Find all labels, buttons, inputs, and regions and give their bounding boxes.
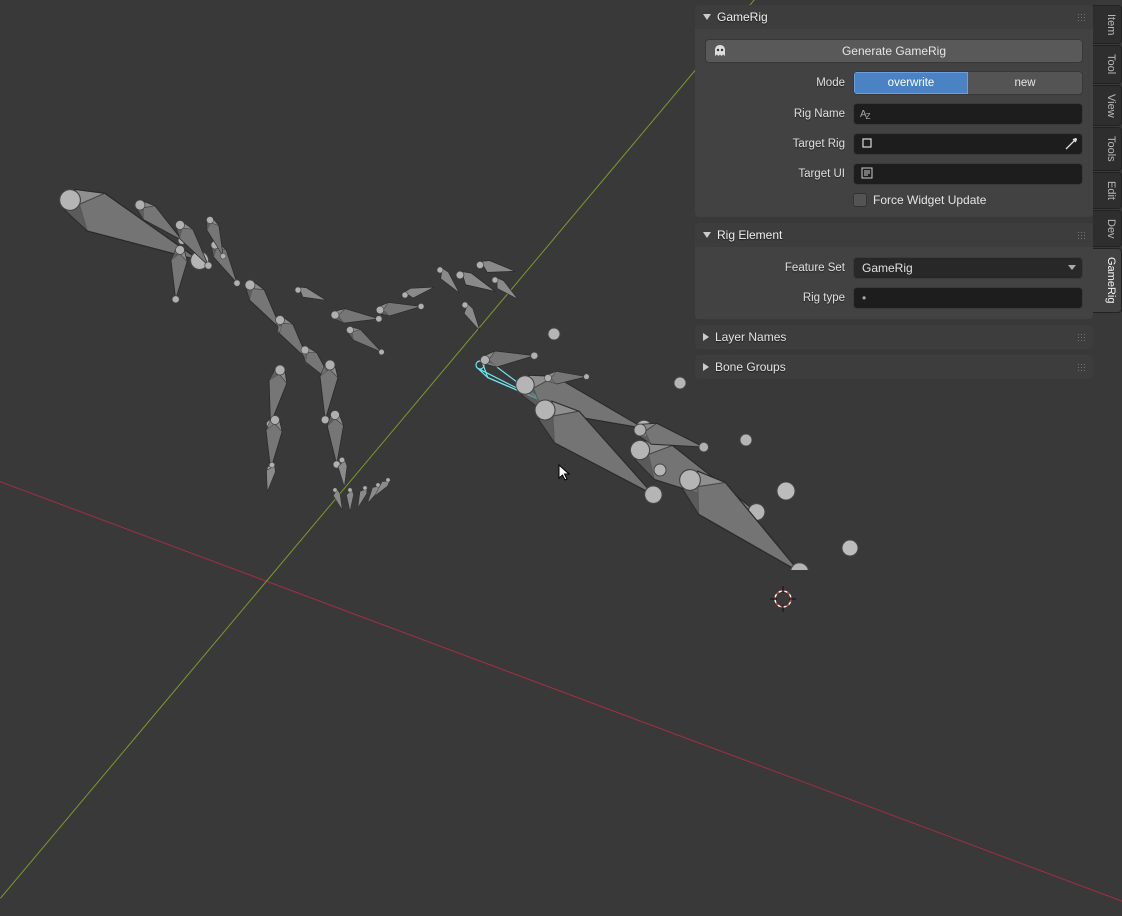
tab-edit[interactable]: Edit <box>1093 172 1122 209</box>
panel-title: GameRig <box>717 10 768 24</box>
mode-label: Mode <box>705 77 845 89</box>
tab-item[interactable]: Item <box>1093 5 1122 44</box>
panel-bone-groups[interactable]: Bone Groups <box>695 355 1093 379</box>
panel-layer-names[interactable]: Layer Names <box>695 325 1093 349</box>
grip-icon[interactable] <box>1077 333 1087 341</box>
rig-name-input[interactable]: AZ <box>853 103 1083 125</box>
mode-overwrite-button[interactable]: overwrite <box>854 72 968 94</box>
eyedropper-icon[interactable] <box>1064 137 1078 154</box>
feature-set-dropdown[interactable]: GameRig <box>853 257 1083 279</box>
tab-tool[interactable]: Tool <box>1093 45 1122 83</box>
3d-cursor <box>770 586 796 612</box>
panel-body-rig-element: Feature Set GameRig Rig type • <box>695 247 1093 319</box>
generate-button-label: Generate GameRig <box>842 44 946 58</box>
disclosure-right-icon <box>703 363 709 371</box>
grip-icon[interactable] <box>1077 363 1087 371</box>
grip-icon[interactable] <box>1077 231 1087 239</box>
npanel: GameRig Generate GameRig Mode overwrite … <box>695 5 1093 379</box>
panel-title: Bone Groups <box>715 360 786 374</box>
side-tabs: Item Tool View Tools Edit Dev GameRig <box>1093 5 1122 314</box>
force-widget-checkbox[interactable] <box>853 193 867 207</box>
chevron-down-icon <box>1068 265 1076 270</box>
feature-set-label: Feature Set <box>705 262 845 274</box>
disclosure-down-icon <box>703 232 711 238</box>
target-rig-input[interactable] <box>853 133 1083 155</box>
feature-set-value: GameRig <box>862 261 913 275</box>
tab-tools[interactable]: Tools <box>1093 127 1122 171</box>
text-icon: AZ <box>860 109 870 120</box>
rig-type-value: • <box>862 291 866 305</box>
panel-title: Rig Element <box>717 228 782 242</box>
rig-type-input[interactable]: • <box>853 287 1083 309</box>
ghost-icon <box>712 43 728 62</box>
disclosure-down-icon <box>703 14 711 20</box>
target-ui-input[interactable] <box>853 163 1083 185</box>
rig-name-label: Rig Name <box>705 108 845 120</box>
object-icon <box>860 136 874 153</box>
target-ui-label: Target UI <box>705 168 845 180</box>
generate-gamerig-button[interactable]: Generate GameRig <box>705 39 1083 63</box>
force-widget-label: Force Widget Update <box>873 193 986 207</box>
disclosure-right-icon <box>703 333 709 341</box>
panel-header-rig-element[interactable]: Rig Element <box>695 223 1093 247</box>
mode-new-button[interactable]: new <box>968 72 1082 94</box>
panel-gamerig: GameRig Generate GameRig Mode overwrite … <box>695 5 1093 217</box>
grip-icon[interactable] <box>1077 13 1087 21</box>
tab-gamerig[interactable]: GameRig <box>1093 248 1122 312</box>
target-rig-label: Target Rig <box>705 138 845 150</box>
panel-header-gamerig[interactable]: GameRig <box>695 5 1093 29</box>
rig-type-label: Rig type <box>705 292 845 304</box>
panel-rig-element: Rig Element Feature Set GameRig Rig type… <box>695 223 1093 319</box>
panel-title: Layer Names <box>715 330 786 344</box>
panel-body-gamerig: Generate GameRig Mode overwrite new Rig … <box>695 29 1093 217</box>
mode-toggle: overwrite new <box>853 71 1083 95</box>
text-data-icon <box>860 166 874 183</box>
tab-view[interactable]: View <box>1093 85 1122 127</box>
tab-dev[interactable]: Dev <box>1093 210 1122 248</box>
